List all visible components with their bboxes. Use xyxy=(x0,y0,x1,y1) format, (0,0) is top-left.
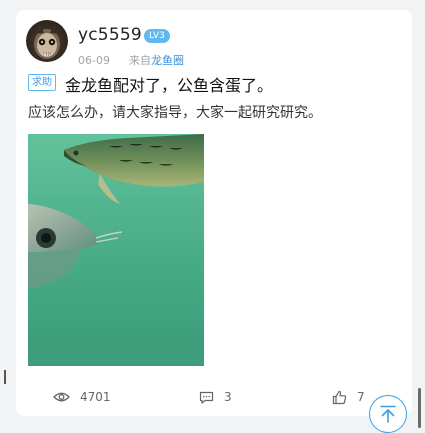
comment-icon xyxy=(199,391,214,404)
post-stats: 4701 3 7 xyxy=(16,386,412,408)
likes-count: 7 xyxy=(357,390,365,404)
post-meta: 06-09 来自龙鱼圈 xyxy=(78,52,184,68)
views-stat: 4701 xyxy=(53,386,111,408)
scrollbar-thumb[interactable] xyxy=(418,388,421,428)
post-title[interactable]: 金龙鱼配对了，公鱼含蛋了。 xyxy=(65,72,273,96)
scroll-to-top-button[interactable] xyxy=(369,395,407,433)
eye-icon xyxy=(53,392,70,402)
arowana-photo xyxy=(28,134,204,366)
views-count: 4701 xyxy=(80,390,111,404)
post-image[interactable] xyxy=(28,134,204,366)
likes-stat[interactable]: 7 xyxy=(332,386,365,408)
comments-stat[interactable]: 3 xyxy=(199,386,232,408)
avatar-image xyxy=(34,24,60,59)
avatar[interactable] xyxy=(26,20,68,62)
post-body: 应该怎么办，请大家指导，大家一起研究研究。 xyxy=(28,105,322,121)
comments-count: 3 xyxy=(224,390,232,404)
thumbs-up-icon xyxy=(332,390,347,404)
source-prefix: 来自 xyxy=(128,54,151,67)
source-link[interactable]: 龙鱼圈 xyxy=(151,54,184,67)
author-name[interactable]: yc5559 xyxy=(78,25,142,45)
post-date: 06-09 xyxy=(78,54,110,67)
arrow-up-icon xyxy=(380,405,396,423)
level-badge: LV3 xyxy=(144,29,170,43)
help-tag: 求助 xyxy=(28,74,56,91)
post-card[interactable]: yc5559 LV3 06-09 来自龙鱼圈 求助 金龙鱼配对了，公鱼含蛋了。 … xyxy=(16,10,412,416)
window-edge-marker xyxy=(4,370,6,384)
